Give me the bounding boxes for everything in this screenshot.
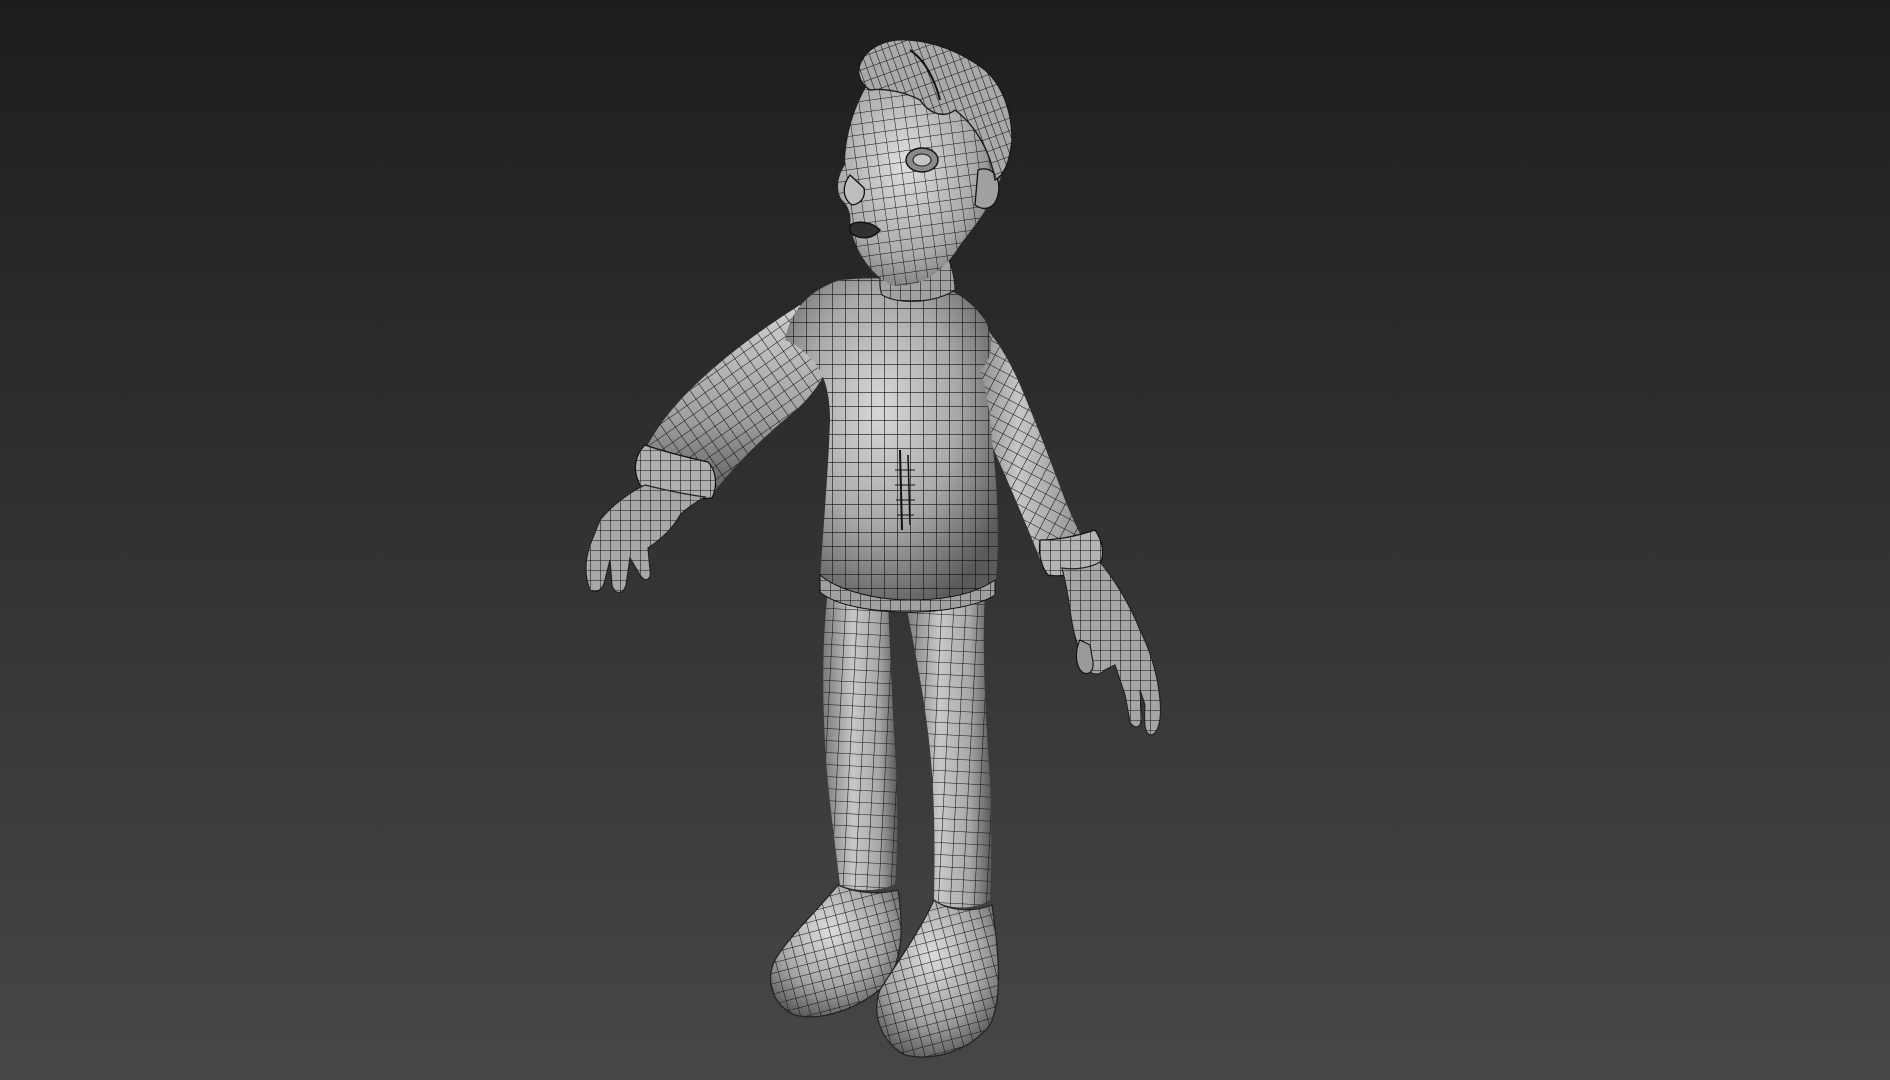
left-hand [585, 484, 707, 594]
character-wireframe-model[interactable] [0, 0, 1890, 1080]
right-hand [1061, 561, 1162, 736]
left-leg [823, 590, 898, 891]
torso [785, 278, 998, 613]
3d-viewport[interactable] [0, 0, 1890, 1080]
right-leg [905, 590, 992, 908]
